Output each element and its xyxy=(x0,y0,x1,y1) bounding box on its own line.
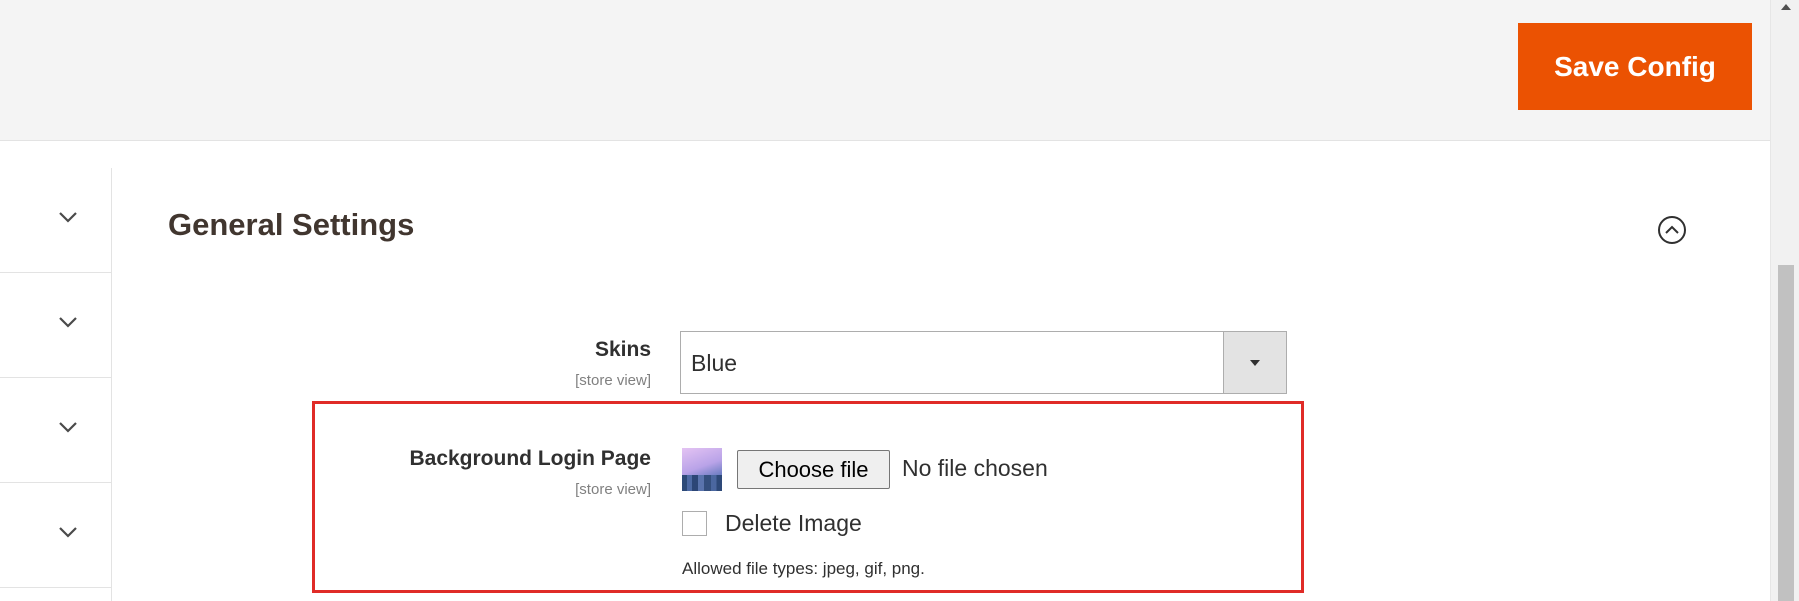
config-sidebar xyxy=(0,168,112,601)
allowed-file-types-note: Allowed file types: jpeg, gif, png. xyxy=(682,559,925,578)
sidebar-item[interactable] xyxy=(0,273,111,378)
chevron-up-circle-icon[interactable] xyxy=(1656,214,1688,246)
chevron-down-icon xyxy=(59,317,77,328)
skins-selected-value: Blue xyxy=(691,350,738,376)
sidebar-item[interactable] xyxy=(0,168,111,273)
delete-image-label[interactable]: Delete Image xyxy=(725,510,862,537)
chevron-down-icon xyxy=(59,422,77,433)
background-login-page-scope: [store view] xyxy=(575,481,651,498)
image-preview-thumbnail[interactable] xyxy=(682,448,722,491)
save-config-button[interactable]: Save Config xyxy=(1518,23,1752,110)
delete-image-checkbox[interactable] xyxy=(682,511,707,536)
skins-select[interactable]: Blue xyxy=(680,331,1287,394)
chevron-down-icon xyxy=(59,212,77,223)
section-title[interactable]: General Settings xyxy=(168,207,414,243)
page: Save Config General Settings Skins [stor… xyxy=(0,0,1799,601)
vertical-scrollbar[interactable] xyxy=(1770,0,1799,601)
choose-file-button[interactable]: Choose file xyxy=(737,450,890,489)
skins-scope: [store view] xyxy=(575,372,651,389)
background-login-page-label: Background Login Page xyxy=(409,447,651,470)
skins-label: Skins xyxy=(594,338,651,361)
sidebar-item[interactable] xyxy=(0,483,111,588)
caret-down-icon xyxy=(1250,360,1260,366)
chevron-down-icon xyxy=(59,527,77,538)
page-actions-bar: Save Config xyxy=(0,0,1770,141)
scroll-up-arrow-icon[interactable] xyxy=(1781,4,1791,10)
select-toggle[interactable] xyxy=(1223,332,1286,393)
scrollbar-thumb[interactable] xyxy=(1778,265,1794,601)
sidebar-item[interactable] xyxy=(0,378,111,483)
thumbnail-skyline xyxy=(682,475,722,491)
file-status-text: No file chosen xyxy=(902,455,1048,481)
